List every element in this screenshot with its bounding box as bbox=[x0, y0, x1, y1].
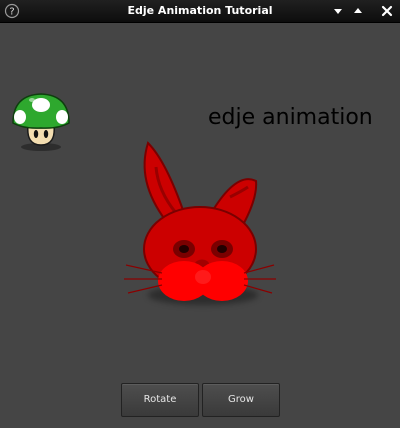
app-window: ? Edje Animation Tutorial edje animation bbox=[0, 0, 400, 428]
minimize-icon[interactable] bbox=[330, 3, 346, 19]
heading-text: edje animation bbox=[208, 105, 373, 130]
title-bar[interactable]: ? Edje Animation Tutorial bbox=[0, 0, 400, 23]
mushroom-icon bbox=[12, 93, 70, 151]
canvas-area: edje animation Rotate Grow bbox=[0, 23, 400, 428]
close-icon[interactable] bbox=[379, 3, 395, 19]
rabbit-image bbox=[124, 141, 276, 301]
grow-button[interactable]: Grow bbox=[202, 383, 280, 417]
rotate-button[interactable]: Rotate bbox=[121, 383, 199, 417]
maximize-icon[interactable] bbox=[350, 3, 366, 19]
